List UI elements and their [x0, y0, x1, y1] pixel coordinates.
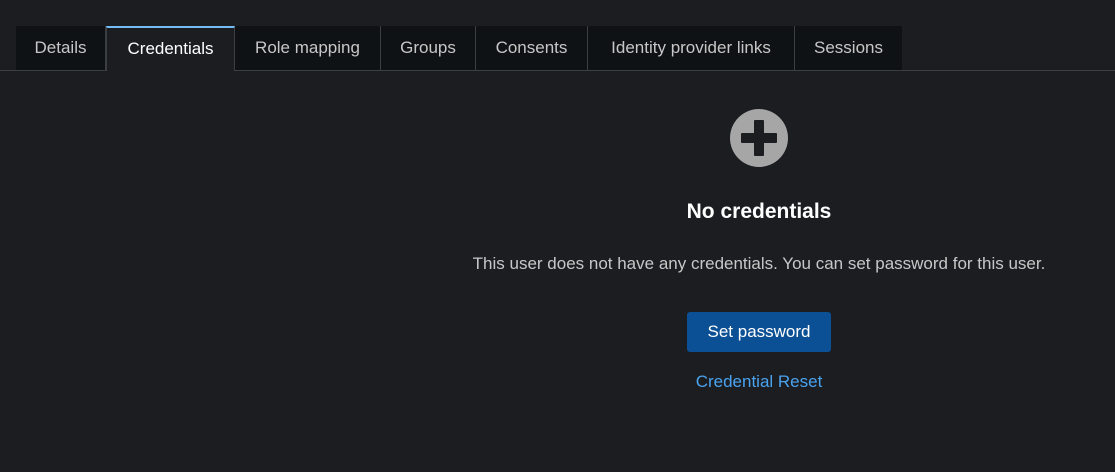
tab-label: Details: [34, 38, 87, 57]
tab-groups[interactable]: Groups: [381, 26, 476, 70]
tab-label: Identity provider links: [611, 38, 771, 57]
tab-sessions[interactable]: Sessions: [795, 26, 902, 70]
user-tabs: Details Credentials Role mapping Groups …: [16, 26, 902, 71]
tab-credentials[interactable]: Credentials: [106, 26, 235, 71]
tab-label: Consents: [495, 38, 568, 57]
plus-circle-icon: [730, 109, 788, 167]
tab-role-mapping[interactable]: Role mapping: [235, 26, 381, 70]
credential-reset-link-text[interactable]: Credential Reset: [696, 372, 823, 391]
tab-label: Sessions: [814, 38, 883, 57]
set-password-button[interactable]: Set password: [687, 312, 831, 352]
tab-identity-provider-links[interactable]: Identity provider links: [588, 26, 795, 70]
tab-details[interactable]: Details: [16, 26, 106, 70]
tab-label: Role mapping: [255, 38, 360, 57]
credential-reset-link: Credential Reset: [400, 372, 1115, 392]
empty-state-title: No credentials: [686, 200, 832, 223]
empty-state-body: This user does not have any credentials.…: [472, 254, 1046, 273]
user-credentials-page: Details Credentials Role mapping Groups …: [0, 0, 1115, 472]
tab-label: Credentials: [127, 39, 214, 58]
tab-consents[interactable]: Consents: [476, 26, 588, 70]
tab-label: Groups: [400, 38, 456, 57]
